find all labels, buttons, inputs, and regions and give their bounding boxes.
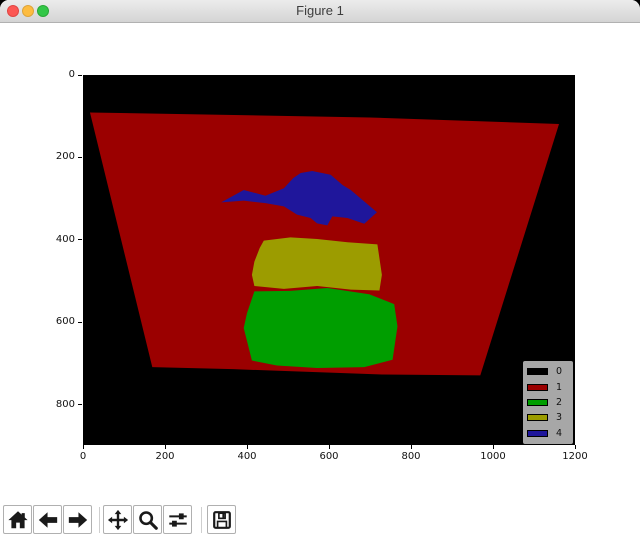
x-tick (575, 445, 576, 449)
zoom-icon (137, 509, 159, 531)
legend-swatch (527, 414, 548, 421)
legend: 0 1 2 3 4 (522, 360, 574, 445)
x-tick (247, 445, 248, 449)
x-tick-label: 400 (225, 451, 269, 462)
x-tick-label: 800 (389, 451, 433, 462)
subplots-icon (167, 509, 189, 531)
pan-icon (107, 509, 129, 531)
save-icon (211, 509, 233, 531)
y-tick-label: 200 (39, 151, 75, 163)
y-tick-label: 0 (39, 69, 75, 81)
x-tick-label: 200 (143, 451, 187, 462)
region-class-2 (244, 288, 398, 368)
legend-entry: 0 (527, 366, 571, 378)
y-tick (78, 75, 82, 76)
y-tick (78, 404, 82, 405)
toolbar-separator (99, 507, 100, 533)
back-button[interactable] (33, 505, 62, 534)
legend-entry: 1 (527, 381, 571, 393)
legend-swatch (527, 399, 548, 406)
window-title: Figure 1 (0, 0, 640, 22)
x-tick (493, 445, 494, 449)
x-tick-label: 600 (307, 451, 351, 462)
legend-label: 1 (556, 382, 562, 393)
legend-entry: 2 (527, 396, 571, 408)
legend-label: 2 (556, 397, 562, 408)
y-tick-label: 400 (39, 234, 75, 246)
x-tick-label: 1200 (553, 451, 597, 462)
x-tick (411, 445, 412, 449)
x-tick-label: 0 (61, 451, 105, 462)
y-tick-label: 800 (39, 399, 75, 411)
back-arrow-icon (37, 509, 59, 531)
figure-window: Figure 1 0 200 400 600 800 1000 1200 0 200 400 600… (0, 0, 640, 536)
home-button[interactable] (3, 505, 32, 534)
pan-button[interactable] (103, 505, 132, 534)
x-tick-label: 1000 (471, 451, 515, 462)
x-tick (165, 445, 166, 449)
y-tick (78, 157, 82, 158)
x-tick (329, 445, 330, 449)
segmentation-image (83, 75, 575, 445)
configure-subplots-button[interactable] (163, 505, 192, 534)
legend-swatch (527, 368, 548, 375)
forward-button[interactable] (63, 505, 92, 534)
legend-entry: 3 (527, 412, 571, 424)
y-tick (78, 239, 82, 240)
titlebar[interactable]: Figure 1 (0, 0, 640, 23)
legend-label: 0 (556, 366, 562, 377)
region-class-3 (252, 237, 382, 290)
legend-swatch (527, 384, 548, 391)
home-icon (7, 509, 29, 531)
toolbar-separator (201, 507, 202, 533)
y-tick (78, 322, 82, 323)
legend-label: 3 (556, 412, 562, 423)
legend-label: 4 (556, 428, 562, 439)
legend-swatch (527, 430, 548, 437)
y-tick-label: 600 (39, 316, 75, 328)
legend-entry: 4 (527, 427, 571, 439)
save-button[interactable] (207, 505, 236, 534)
figure-canvas[interactable] (83, 75, 575, 445)
forward-arrow-icon (67, 509, 89, 531)
x-tick (83, 445, 84, 449)
zoom-rect-button[interactable] (133, 505, 162, 534)
